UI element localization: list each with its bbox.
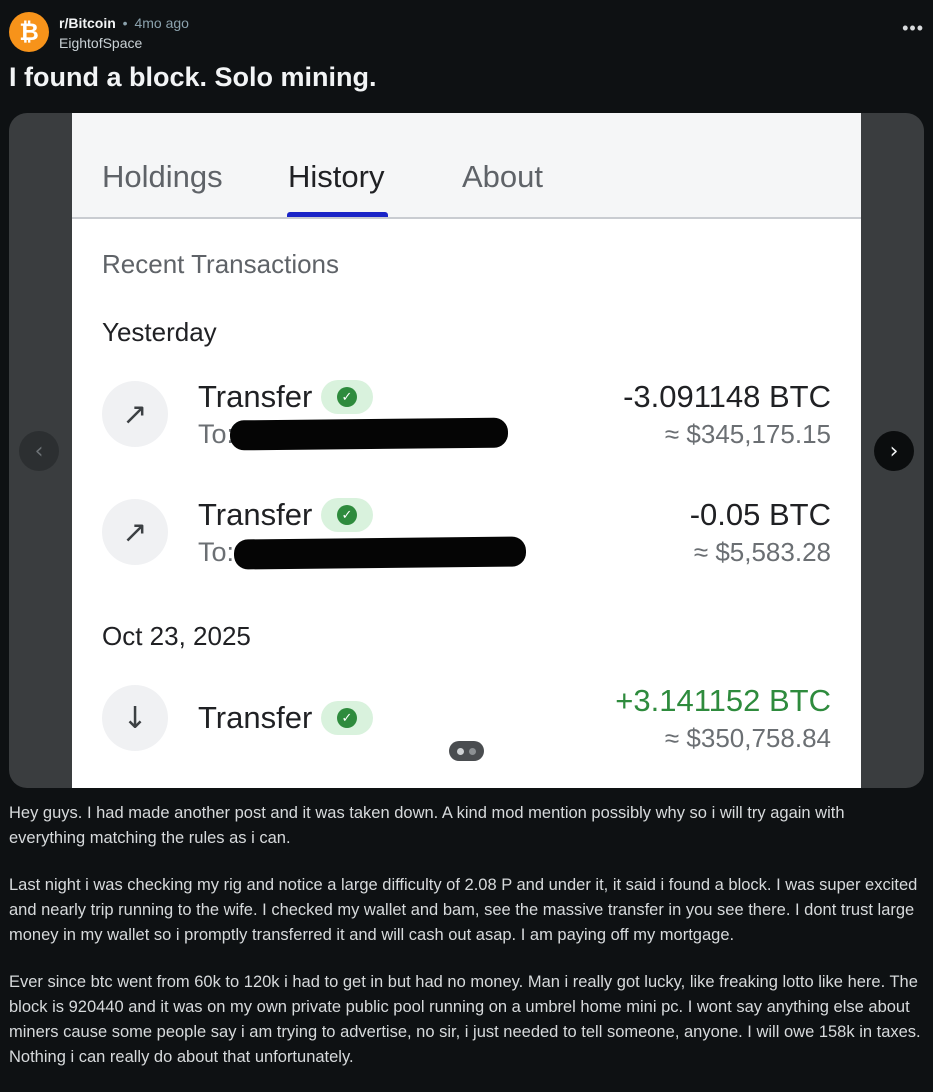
group-label: Yesterday: [102, 317, 217, 347]
body-paragraph: Hey guys. I had made another post and it…: [9, 804, 845, 847]
wallet-screenshot: Holdings History About Recent Transactio…: [72, 113, 861, 788]
transaction-amount: -3.091148 BTC: [623, 379, 831, 414]
wallet-tabs: Holdings History About: [72, 113, 861, 219]
post-header: ₿ r/Bitcoin • 4mo ago EightofSpace •••: [9, 12, 924, 56]
transaction-type: Transfer: [198, 379, 313, 414]
meta-separator: •: [122, 15, 128, 31]
post-meta: r/Bitcoin • 4mo ago: [59, 15, 189, 31]
arrow-up-right-icon: ↗: [102, 381, 168, 447]
author-link[interactable]: EightofSpace: [59, 35, 142, 51]
subreddit-link[interactable]: r/Bitcoin: [59, 15, 116, 31]
confirmed-check-icon: ✓: [321, 701, 373, 735]
confirmed-check-icon: ✓: [321, 498, 373, 532]
active-tab-indicator: [287, 212, 388, 217]
redaction-mark: [229, 417, 509, 451]
confirmed-check-icon: ✓: [321, 380, 373, 414]
arrow-up-right-icon: ↗: [102, 499, 168, 565]
transaction-fiat-value: ≈ $345,175.15: [664, 419, 831, 449]
subreddit-avatar[interactable]: ₿: [9, 12, 49, 52]
transaction-fiat-value: ≈ $350,758.84: [664, 723, 831, 753]
gallery-pager[interactable]: [449, 741, 484, 761]
pager-dot-active: [457, 747, 464, 755]
post-title: I found a block. Solo mining.: [9, 62, 377, 92]
transaction-type: Transfer: [198, 700, 313, 735]
transaction-type: Transfer: [198, 497, 313, 532]
arrow-down-icon: ↓: [102, 685, 168, 751]
body-paragraph: Last night i was checking my rig and not…: [9, 876, 918, 944]
group-label: Oct 23, 2025: [102, 621, 251, 651]
transaction-recipient-label: To:: [198, 537, 235, 567]
transaction-recipient-label: To:: [198, 419, 235, 449]
more-options-icon[interactable]: •••: [902, 18, 924, 39]
redaction-mark: [233, 536, 527, 570]
transaction-amount: +3.141152 BTC: [615, 683, 831, 718]
tab-history: History: [288, 159, 385, 194]
post-body: Hey guys. I had made another post and it…: [9, 801, 924, 1092]
pager-dot: [469, 747, 476, 755]
tab-about: About: [462, 159, 544, 194]
gallery-next-button[interactable]: ›: [874, 431, 914, 471]
tab-holdings: Holdings: [102, 159, 223, 194]
body-paragraph: Ever since btc went from 60k to 120k i h…: [9, 973, 921, 1066]
transaction-fiat-value: ≈ $5,583.28: [693, 537, 831, 567]
image-gallery[interactable]: Holdings History About Recent Transactio…: [9, 113, 924, 788]
transaction-amount: -0.05 BTC: [689, 497, 831, 532]
gallery-prev-button[interactable]: ‹: [19, 431, 59, 471]
section-title: Recent Transactions: [102, 249, 340, 279]
post-time: 4mo ago: [134, 15, 189, 31]
